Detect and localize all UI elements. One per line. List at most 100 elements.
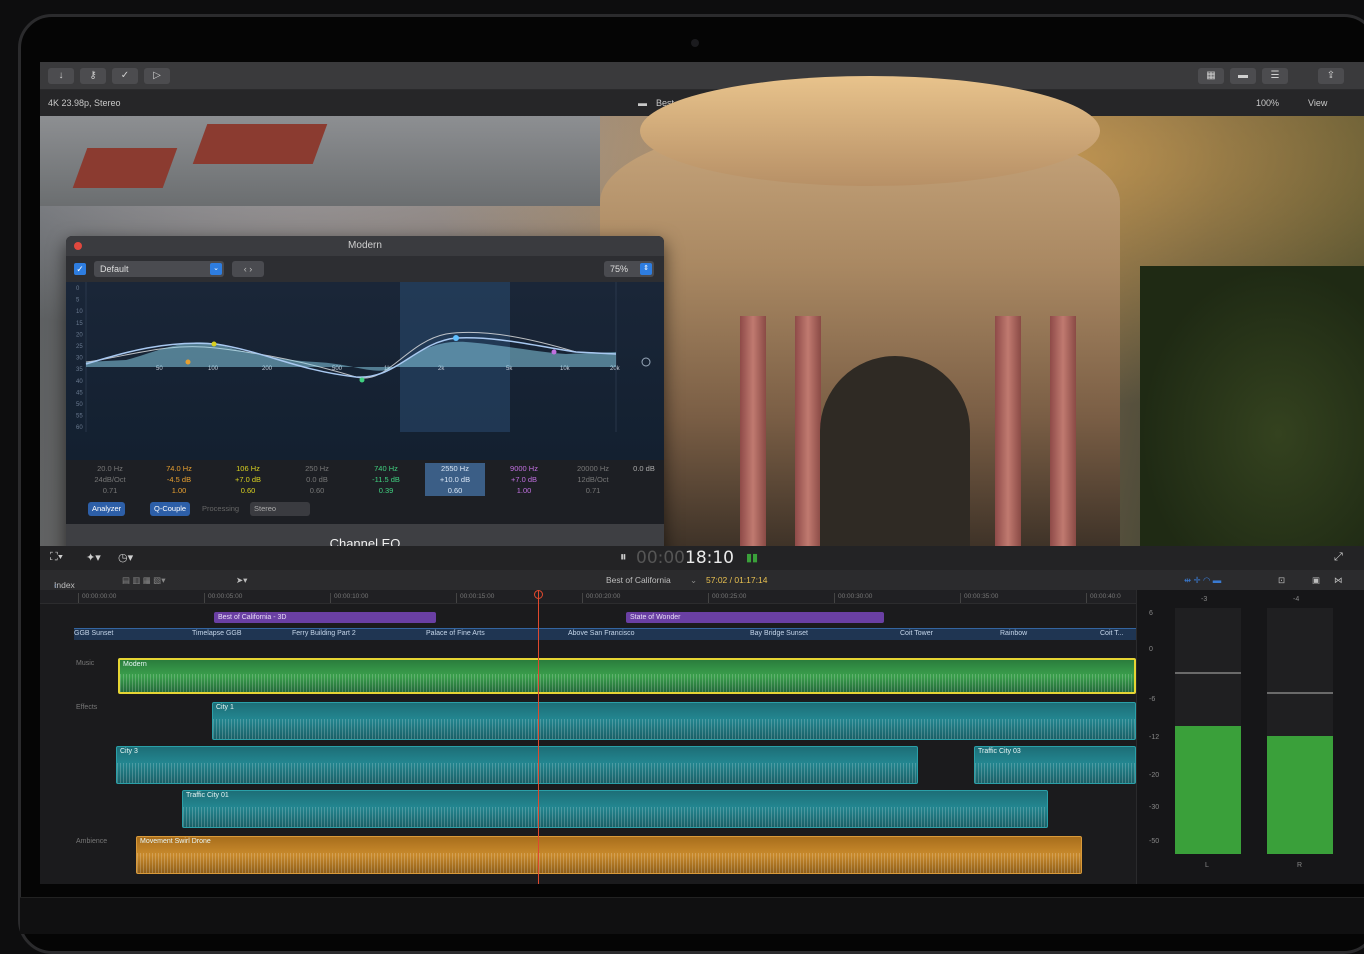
clip-label: Movement Swirl Drone — [140, 838, 211, 845]
processing-select[interactable]: Stereo — [250, 502, 310, 516]
ruler-tick: 00:00:05:00 — [204, 593, 242, 603]
fullscreen-icon[interactable]: ⤢ — [1334, 551, 1343, 564]
storyline-clip[interactable]: Coit T... — [1100, 630, 1124, 637]
storyline-clip[interactable]: Above San Francisco — [568, 630, 635, 637]
playhead[interactable] — [538, 590, 539, 884]
share-export-icon[interactable]: ⇪ — [1318, 68, 1344, 84]
zoom-menu[interactable]: 100% — [1256, 98, 1279, 108]
eq-band-q: 0.60 — [309, 486, 325, 495]
edit-buttons[interactable]: ▤ ▥ ▦ ▧▾ — [122, 575, 165, 586]
film-icon: ▬ — [638, 98, 647, 108]
eq-preset-select[interactable]: Default ⌄ — [94, 261, 224, 277]
eq-band-freq: 74.0 Hz — [166, 464, 192, 473]
eq-button-row: Analyzer Q-Couple Processing Stereo — [66, 502, 664, 520]
eq-band-freq: 250 Hz — [305, 464, 329, 473]
eq-node-band3[interactable] — [211, 341, 217, 347]
skimming-icons[interactable]: ⇹ ✛ ◠ ▬ — [1184, 575, 1221, 586]
eq-band-7[interactable]: 9000 Hz +7.0 dB 1.00 — [494, 463, 554, 496]
title-clip[interactable]: Best of California - 3D — [214, 612, 436, 623]
effects-clip[interactable]: Traffic City 01 — [182, 790, 1048, 828]
storyline-clip[interactable]: Palace of Fine Arts — [426, 630, 485, 637]
waveform — [213, 719, 1135, 739]
storyline-clip[interactable]: Bay Bridge Sunset — [750, 630, 808, 637]
keyword-icon[interactable]: ⚷ — [80, 68, 106, 84]
view-menu[interactable]: View — [1308, 98, 1327, 108]
eq-percent-select[interactable]: 75% ⇕ — [604, 261, 654, 277]
primary-storyline[interactable]: GGB Sunset Timelapse GGB Ferry Building Pa… — [74, 628, 1136, 640]
audio-meters: -3 -4 L R 6 0 -6 -12 -20 -30 -50 — [1136, 590, 1364, 884]
eq-band-gain: 12dB/Oct — [577, 475, 609, 484]
timeline-header: ‹ Index ▤ ▥ ▦ ▧▾ ➤▾ Best of California ⌄… — [40, 570, 1364, 590]
inspector-icon[interactable]: ☰ — [1262, 68, 1288, 84]
eq-db-label: 45 — [76, 390, 83, 396]
timecode-value: 18:10 — [685, 548, 734, 568]
eq-band-1[interactable]: 20.0 Hz 24dB/Oct 0.71 — [80, 463, 140, 496]
close-icon[interactable] — [74, 242, 82, 250]
effects-clip[interactable]: City 1 — [212, 702, 1136, 740]
speed-icon[interactable]: ◷▾ — [118, 551, 133, 564]
pause-icon[interactable]: ⏸ — [620, 549, 627, 565]
eq-node-band5[interactable] — [359, 377, 365, 383]
effects-clip[interactable]: City 3 — [116, 746, 918, 784]
eq-titlebar: Modern — [66, 236, 664, 256]
timeline[interactable]: 00:00:00:00 00:00:05:00 00:00:10:00 00:00:1… — [40, 590, 1136, 884]
meter-scale-label: -30 — [1149, 804, 1160, 811]
viewer-image-column — [795, 316, 821, 546]
eq-band-freq: 106 Hz — [236, 464, 260, 473]
background-tasks-icon[interactable]: ✓ — [112, 68, 138, 84]
ruler-tick: 00:00:10:00 — [330, 593, 368, 603]
title-clip[interactable]: State of Wonder — [626, 612, 884, 623]
qcouple-button[interactable]: Q-Couple — [150, 502, 191, 516]
timecode-display[interactable]: 00:0018:10 — [636, 548, 734, 568]
eq-band-3[interactable]: 106 Hz +7.0 dB 0.60 — [218, 463, 278, 496]
eq-node-band7[interactable] — [551, 349, 557, 355]
analyzer-button[interactable]: Analyzer — [88, 502, 126, 516]
eq-band-6[interactable]: 2550 Hz +10.0 dB 0.60 — [425, 463, 485, 496]
magic-wand-icon[interactable]: ✦▾ — [86, 551, 101, 564]
select-tool-icon[interactable]: ➤▾ — [236, 575, 247, 586]
video-viewer[interactable]: Modern ✓ Default ⌄ ‹ › 75% ⇕ 0 5 10 15 20 25 30 3… — [40, 76, 1364, 566]
browser-grid-icon[interactable]: ▦ — [1198, 68, 1224, 84]
project-name[interactable]: Best of California — [606, 575, 671, 585]
eq-band-q: 0.39 — [378, 486, 394, 495]
transitions-icon[interactable]: ⋈ — [1334, 575, 1343, 586]
eq-band-q: 1.00 — [516, 486, 532, 495]
meter-right-level — [1267, 735, 1333, 854]
timeline-ruler[interactable]: 00:00:00:00 00:00:05:00 00:00:10:00 00:00:1… — [40, 590, 1136, 604]
crop-tool-icon[interactable]: ⛶▾ — [50, 551, 63, 564]
music-clip[interactable]: Modern — [118, 658, 1136, 694]
eq-band-4[interactable]: 250 Hz 0.0 dB 0.60 — [287, 463, 347, 496]
eq-preset-nav[interactable]: ‹ › — [232, 261, 264, 277]
audio-meter-mini-icon[interactable]: ▮▮ — [746, 551, 758, 564]
ruler-tick: 00:00:15:00 — [456, 593, 494, 603]
eq-band-freq: 20.0 Hz — [97, 464, 123, 473]
storyline-clip[interactable]: Coit Tower — [900, 630, 933, 637]
clip-label: Traffic City 03 — [978, 748, 1021, 755]
viewer-image-arch — [820, 356, 970, 546]
storyline-clip[interactable]: GGB Sunset — [74, 630, 113, 637]
timeline-icon[interactable]: ▬ — [1230, 68, 1256, 84]
share-icon[interactable]: ▷ — [144, 68, 170, 84]
eq-node-band6[interactable] — [453, 335, 459, 341]
ambience-clip[interactable]: Movement Swirl Drone — [136, 836, 1082, 874]
meter-scale-label: -12 — [1149, 734, 1160, 741]
eq-node-band2[interactable] — [185, 359, 191, 365]
storyline-clip[interactable]: Rainbow — [1000, 630, 1027, 637]
waveform — [117, 763, 917, 783]
eq-band-5[interactable]: 740 Hz -11.5 dB 0.39 — [356, 463, 416, 496]
import-icon[interactable]: ↓ — [48, 68, 74, 84]
role-label-effects: Effects — [76, 704, 98, 711]
clip-label: Modern — [123, 661, 147, 668]
eq-output-knob[interactable] — [641, 357, 651, 367]
eq-db-label: 25 — [76, 344, 83, 350]
effects-browser-icon[interactable]: ▣ — [1312, 575, 1320, 586]
eq-band-2[interactable]: 74.0 Hz -4.5 dB 1.00 — [149, 463, 209, 496]
eq-enable-checkbox[interactable]: ✓ — [74, 263, 86, 275]
viewer-image-roof — [72, 148, 178, 188]
clip-appearance-icon[interactable]: ⊡ — [1278, 575, 1285, 586]
playhead-handle[interactable] — [534, 590, 543, 599]
effects-clip[interactable]: Traffic City 03 — [974, 746, 1136, 784]
storyline-clip[interactable]: Timelapse GGB — [192, 630, 242, 637]
eq-graph[interactable]: 051015202530354045505560 501002005001k2k… — [66, 282, 664, 460]
storyline-clip[interactable]: Ferry Building Part 2 — [292, 630, 356, 637]
